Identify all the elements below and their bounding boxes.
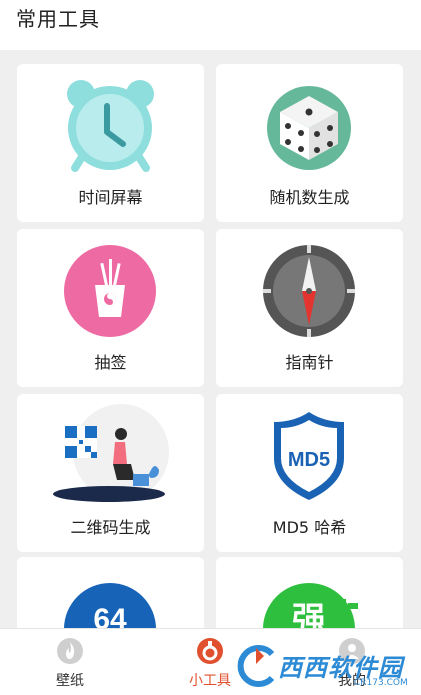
- watermark-icon: [237, 645, 275, 687]
- watermark-subtext: CR173.COM: [354, 678, 408, 688]
- strong-icon-text: 强: [292, 600, 326, 628]
- alarm-clock-icon: [67, 80, 154, 172]
- tool-label: 抽签: [94, 353, 127, 372]
- tool-card-random-number[interactable]: 随机数生成: [216, 64, 403, 222]
- nav-wallpaper[interactable]: 壁纸: [25, 629, 115, 695]
- tool-label: 随机数生成: [269, 188, 350, 207]
- tool-card-time-screen[interactable]: 时间屏幕: [17, 64, 204, 222]
- md5-shield-icon: MD5: [274, 412, 344, 500]
- base64-icon-text: 64: [93, 603, 127, 628]
- dice-icon: [267, 86, 351, 170]
- tool-label: 二维码生成: [70, 518, 151, 537]
- tools-icon: [197, 638, 223, 664]
- tool-card-qr-code[interactable]: 二维码生成: [17, 394, 204, 552]
- tool-card-strong-password[interactable]: 强: [216, 557, 403, 628]
- tool-label: MD5 哈希: [272, 518, 347, 537]
- tool-card-md5-hash[interactable]: MD5 MD5 哈希: [216, 394, 403, 552]
- tool-label: 指南针: [285, 353, 334, 372]
- tool-card-lot-drawing[interactable]: 抽签: [17, 229, 204, 387]
- flame-icon: [57, 638, 83, 664]
- nav-label: 壁纸: [56, 673, 84, 689]
- watermark-logo: 西西软件园 CR173.COM: [232, 640, 421, 692]
- strong-password-icon: 强: [263, 583, 358, 628]
- tool-label: 时间屏幕: [78, 188, 143, 207]
- tool-card-compass[interactable]: 指南针: [216, 229, 403, 387]
- md5-icon-text: MD5: [288, 449, 330, 471]
- lot-drawing-icon: [64, 245, 156, 337]
- tool-card-base64[interactable]: 64: [17, 557, 204, 628]
- compass-icon: [263, 245, 355, 337]
- base64-icon: 64: [64, 583, 156, 628]
- tool-grid: 时间屏幕 随机数生成 抽签 指南针 二维码生成 MD5 MD5 哈希 64 强: [0, 0, 421, 628]
- qr-code-icon: [53, 404, 169, 502]
